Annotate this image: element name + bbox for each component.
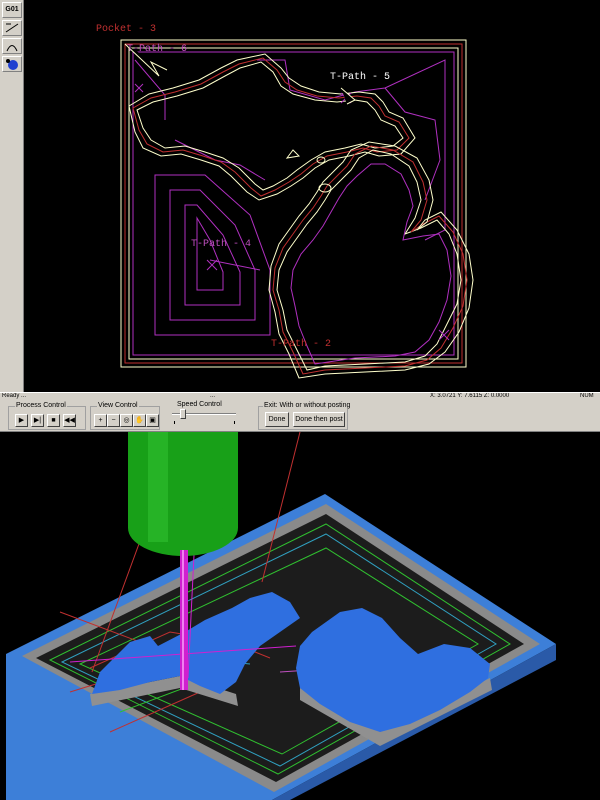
step-button[interactable]: ▶| bbox=[31, 414, 44, 427]
speed-tick-min bbox=[174, 421, 175, 424]
machining-simulation bbox=[6, 432, 556, 800]
view-control-group: View Control + − ◎ ✋ ▣ bbox=[90, 402, 160, 430]
exit-group: Exit: With or without posting Done Done … bbox=[258, 402, 352, 430]
simulation-control-bar: Process Control ▶ ▶| ■ ◀◀ View Control +… bbox=[0, 400, 600, 432]
status-bar: Ready ... ... X: 3.0721 Y: 7.6115 Z: 0.0… bbox=[0, 392, 600, 400]
process-control-title: Process Control bbox=[15, 402, 67, 409]
island-markers bbox=[285, 149, 332, 193]
simulation-3d-view[interactable] bbox=[0, 432, 600, 800]
stop-button[interactable]: ■ bbox=[47, 414, 60, 427]
zoom-out-icon[interactable]: − bbox=[107, 414, 120, 427]
status-left-text: Ready ... bbox=[2, 393, 27, 399]
pan-icon[interactable]: ✋ bbox=[133, 414, 146, 427]
toolpath-drawing bbox=[120, 39, 474, 379]
michigan-outline bbox=[128, 53, 474, 379]
zoom-fit-icon[interactable]: ◎ bbox=[120, 414, 133, 427]
tpath5-label: T-Path - 5 bbox=[330, 72, 391, 83]
tpath2-label: T-Path - 2 bbox=[271, 339, 332, 350]
exit-title: Exit: With or without posting bbox=[263, 402, 352, 409]
speed-slider-thumb[interactable] bbox=[180, 409, 186, 419]
done-button[interactable]: Done bbox=[265, 412, 289, 427]
status-mid-text: ... bbox=[210, 393, 216, 399]
pocket-boundary bbox=[132, 51, 455, 356]
rewind-button[interactable]: ◀◀ bbox=[63, 414, 76, 427]
process-control-group: Process Control ▶ ▶| ■ ◀◀ bbox=[8, 402, 86, 430]
left-toolbar: G01 bbox=[0, 0, 24, 392]
pocket-label: Pocket - 3 bbox=[96, 24, 157, 35]
status-coords: X: 3.0721 Y: 7.6115 Z: 0.0000 bbox=[430, 393, 510, 399]
tool-holder-tip bbox=[128, 500, 238, 556]
start-point-markers bbox=[134, 83, 450, 341]
tool-holder-highlight bbox=[148, 432, 168, 542]
sphere-tool-icon[interactable] bbox=[2, 56, 22, 72]
speed-control-title: Speed Control bbox=[176, 401, 223, 408]
done-then-post-button[interactable]: Done then post bbox=[293, 412, 345, 427]
view-cube-icon[interactable]: ▣ bbox=[146, 414, 159, 427]
status-num: NUM bbox=[580, 393, 594, 399]
cad-2d-view[interactable]: Pocket - 3 T-Path - 6 T-Path - 5 T-Path … bbox=[25, 0, 600, 392]
tool-bit-highlight bbox=[182, 550, 184, 690]
arc-tool-icon[interactable] bbox=[2, 38, 22, 54]
zoom-in-icon[interactable]: + bbox=[94, 414, 107, 427]
view-control-title: View Control bbox=[97, 402, 139, 409]
tpath4-label: T-Path - 4 bbox=[191, 239, 252, 250]
stock-outer-border bbox=[120, 39, 467, 368]
tpath6-label: T-Path - 6 bbox=[127, 44, 188, 55]
app-window: G01 Pocket - 3 T-Path - 6 T-Path - 5 T-P… bbox=[0, 0, 600, 800]
speed-tick-max bbox=[234, 421, 235, 424]
pocket-spiral-paths bbox=[154, 174, 271, 336]
g01-button[interactable]: G01 bbox=[2, 2, 22, 18]
play-button[interactable]: ▶ bbox=[15, 414, 28, 427]
line-tool-icon[interactable] bbox=[2, 20, 22, 36]
